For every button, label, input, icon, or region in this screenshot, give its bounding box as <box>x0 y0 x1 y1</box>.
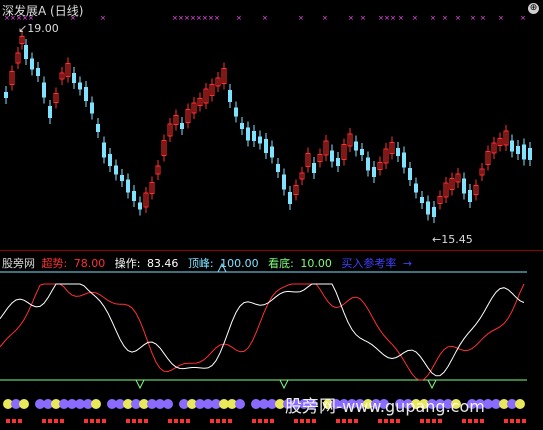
signal-face-icon <box>515 399 525 409</box>
signal-red-marker <box>336 419 340 423</box>
signal-red-marker <box>84 419 88 423</box>
signal-red-marker <box>90 419 94 423</box>
signal-red-marker <box>18 419 22 423</box>
signal-red-marker <box>480 419 484 423</box>
signal-face-icon <box>91 399 101 409</box>
signal-face-icon <box>19 399 29 409</box>
signal-face-icon <box>163 399 173 409</box>
operation-line <box>0 283 525 377</box>
signal-red-marker <box>300 419 304 423</box>
signal-red-marker <box>474 419 478 423</box>
signal-red-marker <box>390 419 394 423</box>
signal-face-icon <box>235 399 245 409</box>
watermark: 股旁网-www.gupang.com <box>285 397 485 417</box>
signal-red-marker <box>132 419 136 423</box>
signal-red-marker <box>174 419 178 423</box>
signal-red-marker <box>522 419 526 423</box>
signal-red-marker <box>168 419 172 423</box>
signal-red-marker <box>312 419 316 423</box>
signal-red-marker <box>384 419 388 423</box>
signal-red-marker <box>258 419 262 423</box>
signal-red-marker <box>138 419 142 423</box>
signal-red-marker <box>180 419 184 423</box>
signal-red-marker <box>54 419 58 423</box>
signal-red-marker <box>354 419 358 423</box>
signal-red-marker <box>504 419 508 423</box>
indicator-chart <box>0 262 527 423</box>
line-marker <box>217 262 227 273</box>
signal-red-marker <box>462 419 466 423</box>
signal-red-marker <box>264 419 268 423</box>
signal-red-marker <box>516 419 520 423</box>
trend-line <box>0 283 525 381</box>
signal-red-marker <box>42 419 46 423</box>
signal-red-marker <box>60 419 64 423</box>
signal-red-marker <box>396 419 400 423</box>
signal-red-marker <box>252 419 256 423</box>
signal-red-marker <box>348 419 352 423</box>
signal-red-marker <box>126 419 130 423</box>
signal-red-marker <box>270 419 274 423</box>
signal-red-marker <box>468 419 472 423</box>
signal-red-marker <box>222 419 226 423</box>
signal-red-marker <box>510 419 514 423</box>
line-marker <box>279 379 289 390</box>
signal-red-marker <box>228 419 232 423</box>
signal-red-marker <box>432 419 436 423</box>
signal-red-marker <box>6 419 10 423</box>
signal-red-marker <box>48 419 52 423</box>
signal-red-marker <box>426 419 430 423</box>
signal-red-marker <box>210 419 214 423</box>
signal-red-marker <box>12 419 16 423</box>
signal-red-marker <box>294 419 298 423</box>
line-marker <box>135 379 145 390</box>
signal-red-marker <box>306 419 310 423</box>
stock-chart-window: 深发展A (日线) ⊕ × × × × × × × × × × × × × × × × × × × × × × × × × × × ×… <box>0 0 543 430</box>
signal-red-marker <box>186 419 190 423</box>
signal-red-marker <box>438 419 442 423</box>
signal-red-marker <box>378 419 382 423</box>
signal-red-marker <box>96 419 100 423</box>
signal-red-marker <box>342 419 346 423</box>
signal-red-marker <box>144 419 148 423</box>
signal-red-marker <box>102 419 106 423</box>
line-marker <box>427 379 437 390</box>
signal-red-marker <box>420 419 424 423</box>
signal-red-marker <box>216 419 220 423</box>
